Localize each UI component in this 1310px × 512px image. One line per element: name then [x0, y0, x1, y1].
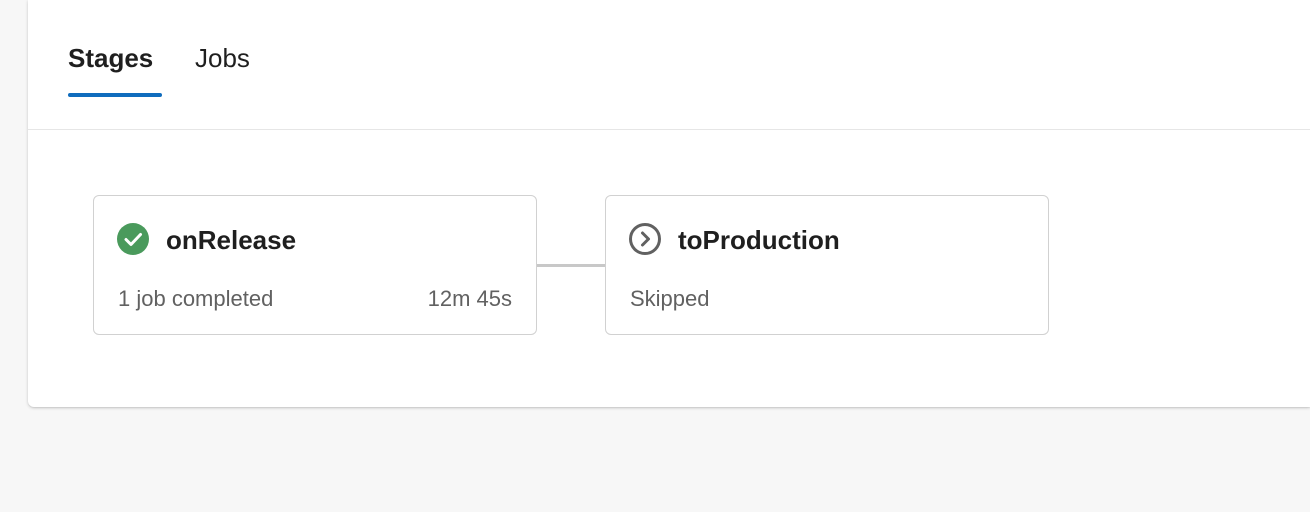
stage-name: toProduction: [678, 225, 840, 255]
selected-tab-indicator: [68, 93, 162, 97]
stage-connector: [537, 264, 605, 267]
success-check-icon: [117, 223, 149, 255]
tab-stages[interactable]: Stages: [68, 40, 153, 97]
stage-duration: 12m 45s: [427, 286, 512, 311]
tab-jobs[interactable]: Jobs: [195, 40, 250, 97]
pipeline-panel: Stages Jobs onRelease 1 job completed 12…: [28, 0, 1310, 407]
stage-card-toproduction[interactable]: toProduction Skipped: [605, 195, 1049, 335]
stage-status: 1 job completed: [118, 286, 274, 311]
skipped-chevron-icon: [629, 223, 661, 255]
stage-card-onrelease[interactable]: onRelease 1 job completed 12m 45s: [93, 195, 537, 335]
tab-bar: Stages Jobs: [28, 0, 1310, 130]
stage-status: Skipped: [630, 286, 710, 311]
stage-name: onRelease: [166, 225, 297, 255]
